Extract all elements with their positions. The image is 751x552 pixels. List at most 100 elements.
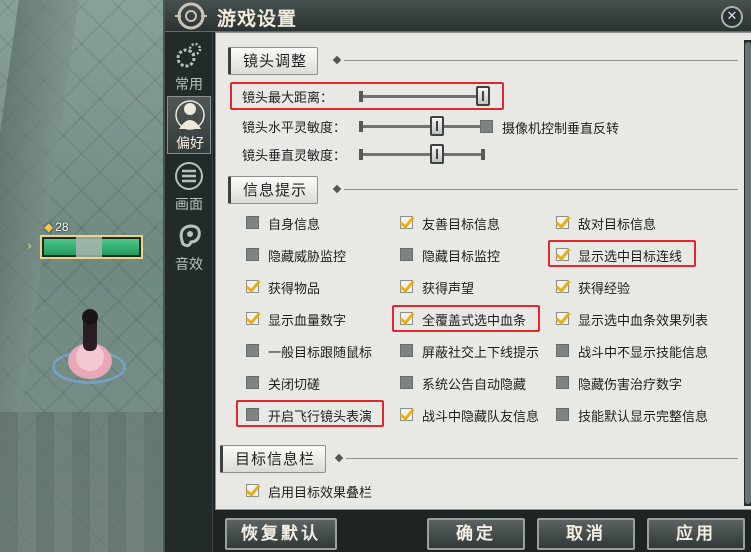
info-option-label: 友善目标信息	[422, 218, 501, 233]
tab-common-label: 常用	[175, 77, 203, 93]
settings-window: 游戏设置 ✕ 常用 偏好 画面 音效 镜头调整 镜头最大距离： 镜头水平灵敏度：…	[163, 0, 751, 552]
title-bar[interactable]: 游戏设置 ✕	[165, 0, 751, 32]
info-option-checkbox[interactable]	[556, 376, 569, 389]
person-icon	[175, 100, 205, 130]
category-tabs: 常用 偏好 画面 音效	[165, 32, 213, 552]
info-option-checkbox[interactable]	[556, 312, 569, 325]
info-option-checkbox[interactable]	[400, 248, 413, 261]
tab-preferences-label: 偏好	[176, 136, 204, 152]
max-distance-track[interactable]	[359, 91, 485, 102]
vertical-sensitivity-label: 镜头垂直灵敏度：	[242, 149, 347, 164]
section-dot	[334, 453, 344, 463]
section-target-title: 目标信息栏	[220, 445, 327, 473]
cancel-button[interactable]: 取消	[537, 518, 635, 550]
player-level: ◆ 28	[44, 220, 69, 234]
emblem-icon	[175, 2, 207, 30]
info-option-checkbox[interactable]	[246, 376, 259, 389]
info-option-checkbox[interactable]	[400, 216, 413, 229]
section-camera-title: 镜头调整	[228, 47, 319, 75]
vertical-sensitivity-track[interactable]	[359, 149, 485, 160]
max-distance-slider-row: 镜头最大距离：	[242, 85, 492, 107]
info-option-checkbox[interactable]	[400, 376, 413, 389]
settings-content: 镜头调整 镜头最大距离： 镜头水平灵敏度： 摄像机控制垂直反转 镜头垂直灵敏度：…	[215, 32, 751, 510]
info-option-label: 获得物品	[268, 282, 321, 297]
tab-graphics[interactable]: 画面	[167, 158, 211, 216]
info-option-checkbox[interactable]	[400, 408, 413, 421]
tab-audio[interactable]: 音效	[167, 218, 211, 276]
max-distance-knob[interactable]	[476, 86, 490, 106]
gears-icon	[176, 42, 202, 68]
close-icon: ✕	[726, 9, 738, 24]
tab-preferences[interactable]: 偏好	[167, 96, 211, 154]
info-option-label: 关闭切磋	[268, 378, 321, 393]
info-option-label: 技能默认显示完整信息	[578, 410, 709, 425]
tab-audio-label: 音效	[175, 257, 203, 273]
vertical-sensitivity-row: 镜头垂直灵敏度：	[242, 143, 492, 165]
info-option-checkbox[interactable]	[556, 408, 569, 421]
section-info: 信息提示	[228, 176, 738, 204]
target-arrow-icon: ›	[27, 239, 33, 254]
info-option-label: 屏蔽社交上下线提示	[422, 346, 540, 361]
info-option-label: 显示选中血条效果列表	[578, 314, 709, 329]
info-option-label: 系统公告自动隐藏	[422, 378, 527, 393]
ok-button[interactable]: 确定	[427, 518, 525, 550]
info-option-label: 开启飞行镜头表演	[268, 410, 373, 425]
content-scrollbar[interactable]	[744, 40, 751, 506]
info-option-label: 获得经验	[578, 282, 631, 297]
info-option-label: 显示选中目标连线	[578, 250, 683, 265]
info-option-label: 全覆盖式选中血条	[422, 314, 527, 329]
footer-buttons: 恢复默认 确定 取消 应用	[215, 512, 751, 552]
info-option-checkbox[interactable]	[246, 408, 259, 421]
info-option-label: 战斗中不显示技能信息	[578, 346, 709, 361]
info-option-checkbox[interactable]	[246, 280, 259, 293]
info-option-checkbox[interactable]	[556, 280, 569, 293]
player-character[interactable]	[62, 305, 116, 385]
game-scene: ◆ 28 ›	[0, 0, 163, 552]
max-distance-label: 镜头最大距离：	[242, 91, 334, 106]
horizontal-sensitivity-track[interactable]	[359, 121, 485, 132]
info-option-label: 隐藏目标监控	[422, 250, 501, 265]
section-target-info: 目标信息栏	[220, 445, 738, 473]
info-option-checkbox[interactable]	[246, 344, 259, 357]
info-option-label: 自身信息	[268, 218, 321, 233]
info-option-checkbox[interactable]	[556, 248, 569, 261]
section-dot	[332, 55, 342, 65]
vertical-sensitivity-knob[interactable]	[430, 144, 444, 164]
info-option-checkbox[interactable]	[400, 280, 413, 293]
scroll-icon	[175, 162, 203, 190]
section-camera: 镜头调整	[228, 47, 738, 75]
name-blur	[76, 237, 102, 257]
info-option-checkbox[interactable]	[246, 216, 259, 229]
info-option-label: 获得声望	[422, 282, 475, 297]
target-effect-stack-label: 启用目标效果叠栏	[268, 486, 373, 501]
player-health-bar	[40, 235, 143, 259]
invert-vertical-label: 摄像机控制垂直反转	[502, 122, 620, 137]
section-dot	[332, 184, 342, 194]
scrollbar-thumb[interactable]	[745, 42, 751, 504]
tab-graphics-label: 画面	[175, 197, 203, 213]
invert-vertical-box[interactable]	[480, 120, 493, 133]
reset-defaults-button[interactable]: 恢复默认	[225, 518, 337, 550]
player-level-value: 28	[55, 220, 69, 234]
info-option-checkbox[interactable]	[556, 216, 569, 229]
info-option-checkbox[interactable]	[400, 312, 413, 325]
info-option-label: 一般目标跟随鼠标	[268, 346, 373, 361]
tab-common[interactable]: 常用	[167, 38, 211, 96]
info-option-checkbox[interactable]	[246, 312, 259, 325]
info-option-label: 敌对目标信息	[578, 218, 657, 233]
section-divider	[344, 60, 738, 61]
section-divider	[344, 189, 738, 190]
section-info-title: 信息提示	[228, 176, 319, 204]
horizontal-sensitivity-label: 镜头水平灵敏度：	[242, 121, 347, 136]
apply-button[interactable]: 应用	[647, 518, 745, 550]
scene-floor	[0, 412, 163, 552]
info-option-label: 隐藏伤害治疗数字	[578, 378, 683, 393]
close-button[interactable]: ✕	[721, 6, 743, 28]
info-option-checkbox[interactable]	[400, 344, 413, 357]
info-option-checkbox[interactable]	[556, 344, 569, 357]
info-option-label: 显示血量数字	[268, 314, 347, 329]
info-option-checkbox[interactable]	[246, 248, 259, 261]
target-effect-stack-box[interactable]	[246, 484, 259, 497]
horizontal-sensitivity-knob[interactable]	[430, 116, 444, 136]
section-divider	[346, 458, 738, 459]
